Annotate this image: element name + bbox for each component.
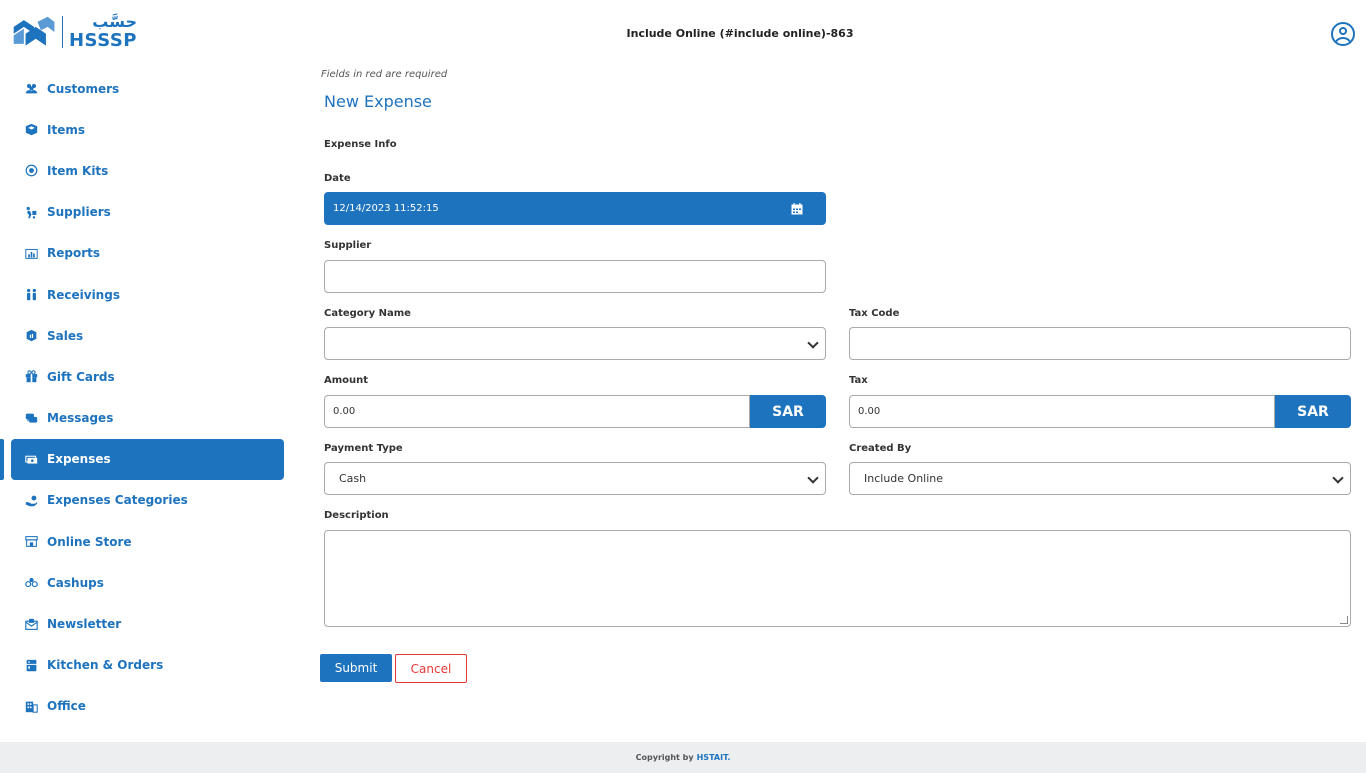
sidebar-item-label: Kitchen & Orders [47, 658, 164, 673]
sidebar-item-reports[interactable]: Reports [0, 233, 290, 274]
users-icon [24, 81, 39, 96]
section-heading: Expense Info [324, 139, 397, 150]
comments-icon [24, 411, 39, 426]
tax-code-input[interactable] [849, 327, 1351, 360]
sidebar-item-cashups[interactable]: Cashups [0, 562, 290, 603]
category-name-label: Category Name [324, 308, 411, 319]
sidebar-item-online-store[interactable]: Online Store [0, 521, 290, 562]
form-title: New Expense [324, 92, 432, 111]
payment-type-label: Payment Type [324, 443, 403, 454]
date-input[interactable]: 12/14/2023 11:52:15 [324, 192, 826, 225]
footer-brand-link[interactable]: HSTAIT. [697, 753, 731, 762]
date-label: Date [324, 173, 351, 184]
resize-handle-icon[interactable] [1340, 616, 1348, 624]
page-footer: Copyright by HSTAIT. [0, 742, 1366, 773]
chevron-down-icon [1332, 472, 1344, 484]
amount-input[interactable]: 0.00 [324, 395, 750, 428]
sidebar-item-newsletter[interactable]: Newsletter [0, 603, 290, 644]
chevron-down-icon [807, 472, 819, 484]
sidebar-item-sales[interactable]: Sales [0, 315, 290, 356]
sidebar-item-label: Online Store [47, 534, 132, 549]
submit-button[interactable]: Submit [320, 654, 392, 682]
payment-type-select[interactable]: Cash [324, 462, 826, 495]
date-value: 12/14/2023 11:52:15 [333, 203, 439, 214]
required-fields-note: Fields in red are required [321, 69, 448, 80]
tax-group: 0.00 SAR [849, 395, 1351, 428]
sidebar-item-label: Office [47, 699, 86, 714]
sidebar-item-kitchen-orders[interactable]: Kitchen & Orders [0, 645, 290, 686]
sidebar-item-messages[interactable]: Messages [0, 398, 290, 439]
store-icon [24, 534, 39, 549]
sidebar-item-label: Cashups [47, 575, 104, 590]
supplier-label: Supplier [324, 240, 372, 251]
amount-label: Amount [324, 375, 369, 386]
sidebar-item-label: Gift Cards [47, 369, 115, 384]
sidebar-item-customers[interactable]: Customers [0, 68, 290, 109]
cancel-button[interactable]: Cancel [395, 654, 467, 683]
sidebar-item-expenses-categories[interactable]: Expenses Categories [0, 480, 290, 521]
tax-currency-button[interactable]: SAR [1275, 395, 1351, 428]
created-by-select[interactable]: Include Online [849, 462, 1351, 495]
supplier-input[interactable] [324, 260, 826, 293]
coins-icon [24, 575, 39, 590]
envelope-icon [24, 617, 39, 632]
sidebar-item-receivings[interactable]: Receivings [0, 274, 290, 315]
people-icon [24, 287, 39, 302]
sidebar-item-items[interactable]: Items [0, 109, 290, 150]
sidebar-item-label: Expenses [47, 452, 111, 467]
sidebar-item-label: Reports [47, 246, 101, 261]
dolly-icon [24, 205, 39, 220]
building-icon [24, 699, 39, 714]
sidebar-item-item-kits[interactable]: Item Kits [0, 150, 290, 191]
chevron-down-icon [807, 337, 819, 349]
box-icon [24, 122, 39, 137]
calendar-icon[interactable] [791, 202, 803, 215]
user-body-shape [1335, 37, 1351, 44]
user-profile-icon[interactable] [1331, 22, 1355, 46]
payment-type-value: Cash [339, 472, 367, 485]
money-icon [24, 452, 39, 467]
sidebar-item-label: Newsletter [47, 617, 122, 632]
target-icon [24, 163, 39, 178]
description-label: Description [324, 510, 389, 521]
sidebar-item-label: Expenses Categories [47, 493, 188, 508]
tax-code-label: Tax Code [849, 308, 900, 319]
created-by-value: Include Online [864, 472, 944, 485]
shopping-bag-icon [24, 328, 39, 343]
created-by-label: Created By [849, 443, 912, 454]
sidebar-item-label: Suppliers [47, 205, 111, 220]
category-name-select[interactable] [324, 327, 826, 360]
sidebar-item-suppliers[interactable]: Suppliers [0, 192, 290, 233]
sidebar-item-label: Items [47, 122, 85, 137]
sidebar-item-label: Messages [47, 411, 114, 426]
sidebar-item-label: Sales [47, 328, 84, 343]
sidebar-item-gift-cards[interactable]: Gift Cards [0, 356, 290, 397]
user-head-shape [1339, 27, 1347, 35]
app-root: حسَّب HSSSP Include Online (#include onl… [0, 0, 1366, 773]
sidebar-item-office[interactable]: Office [0, 686, 290, 727]
gift-icon [24, 369, 39, 384]
amount-currency-button[interactable]: SAR [750, 395, 826, 428]
chart-icon [24, 246, 39, 261]
sidebar-item-expenses[interactable]: Expenses [0, 438, 284, 481]
amount-group: 0.00 SAR [324, 395, 826, 428]
description-textarea[interactable] [324, 530, 1351, 627]
page-header-title: Include Online (#include online)-863 [626, 27, 854, 40]
tax-label: Tax [849, 375, 868, 386]
sidebar-item-label: Receivings [47, 287, 120, 302]
copyright-text: Copyright by [635, 753, 694, 762]
kitchen-icon [24, 658, 39, 673]
sidebar-item-label: Item Kits [47, 163, 109, 178]
sidebar-nav: Customers Items Item Kits Suppliers Repo… [0, 68, 290, 727]
tax-input[interactable]: 0.00 [849, 395, 1275, 428]
hand-coin-icon [24, 493, 39, 508]
sidebar-item-label: Customers [47, 81, 120, 96]
